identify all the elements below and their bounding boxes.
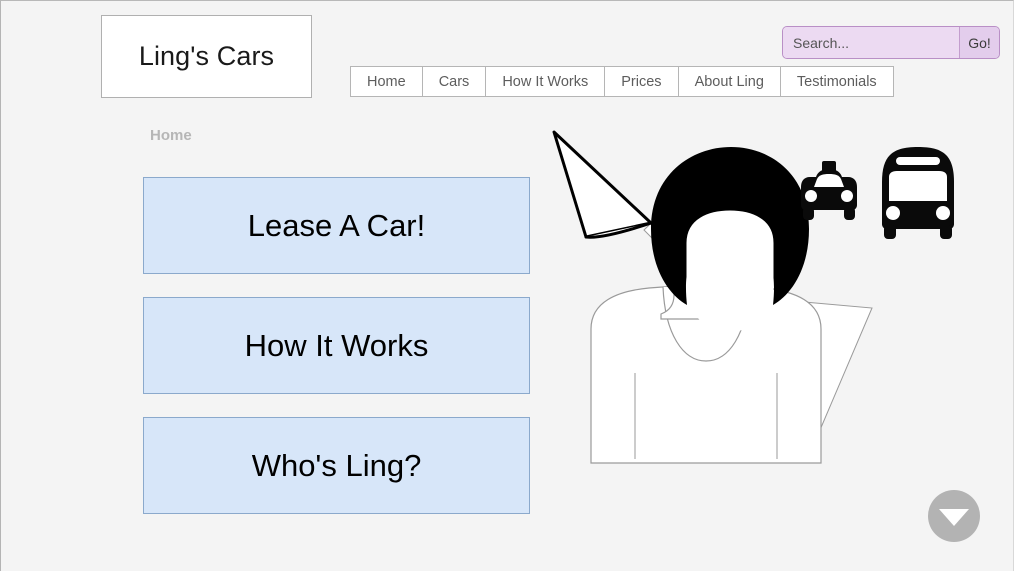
person-face xyxy=(686,210,774,332)
how-it-works-button[interactable]: How It Works xyxy=(143,297,530,394)
nav-item-cars[interactable]: Cars xyxy=(422,67,487,96)
whos-ling-button[interactable]: Who's Ling? xyxy=(143,417,530,514)
person-hair xyxy=(651,147,809,305)
search-bar: Go! xyxy=(782,26,1000,59)
person-silhouette xyxy=(590,147,822,464)
lease-a-car-button-label: Lease A Car! xyxy=(247,207,426,243)
site-logo[interactable]: Ling's Cars xyxy=(101,15,312,98)
taxi-icon xyxy=(801,161,857,220)
nav-item-home[interactable]: Home xyxy=(351,67,423,96)
nav-item-testimonials[interactable]: Testimonials xyxy=(780,67,893,96)
nav-item-prices[interactable]: Prices xyxy=(605,67,679,96)
person-neckline xyxy=(662,286,750,362)
whos-ling-button-label: Who's Ling? xyxy=(251,447,422,483)
arrow-shaft xyxy=(643,194,837,388)
hero-illustration xyxy=(552,130,954,464)
page-root: Ling's Cars Go! Home Cars How It Works P… xyxy=(0,0,1014,571)
person-neck xyxy=(660,248,752,320)
nav-item-how-it-works[interactable]: How It Works xyxy=(486,67,606,96)
arrow-head-lower-right xyxy=(792,300,873,446)
scroll-down-button[interactable] xyxy=(928,490,980,542)
double-headed-diagonal-arrow xyxy=(552,130,873,446)
arrow-head-upper-left-notch xyxy=(584,221,653,239)
person-shirt xyxy=(590,284,822,464)
how-it-works-button-label: How It Works xyxy=(244,327,429,363)
main-navigation: Home Cars How It Works Prices About Ling… xyxy=(350,66,894,97)
breadcrumb[interactable]: Home xyxy=(150,127,192,144)
lease-a-car-button[interactable]: Lease A Car! xyxy=(143,177,530,274)
arrow-head-upper-left xyxy=(552,130,653,239)
nav-item-about-ling[interactable]: About Ling xyxy=(678,67,781,96)
search-input[interactable] xyxy=(783,27,959,58)
search-go-button[interactable]: Go! xyxy=(959,27,999,58)
chevron-down-icon xyxy=(939,509,969,526)
bus-icon xyxy=(882,147,954,239)
site-logo-text: Ling's Cars xyxy=(138,41,275,71)
